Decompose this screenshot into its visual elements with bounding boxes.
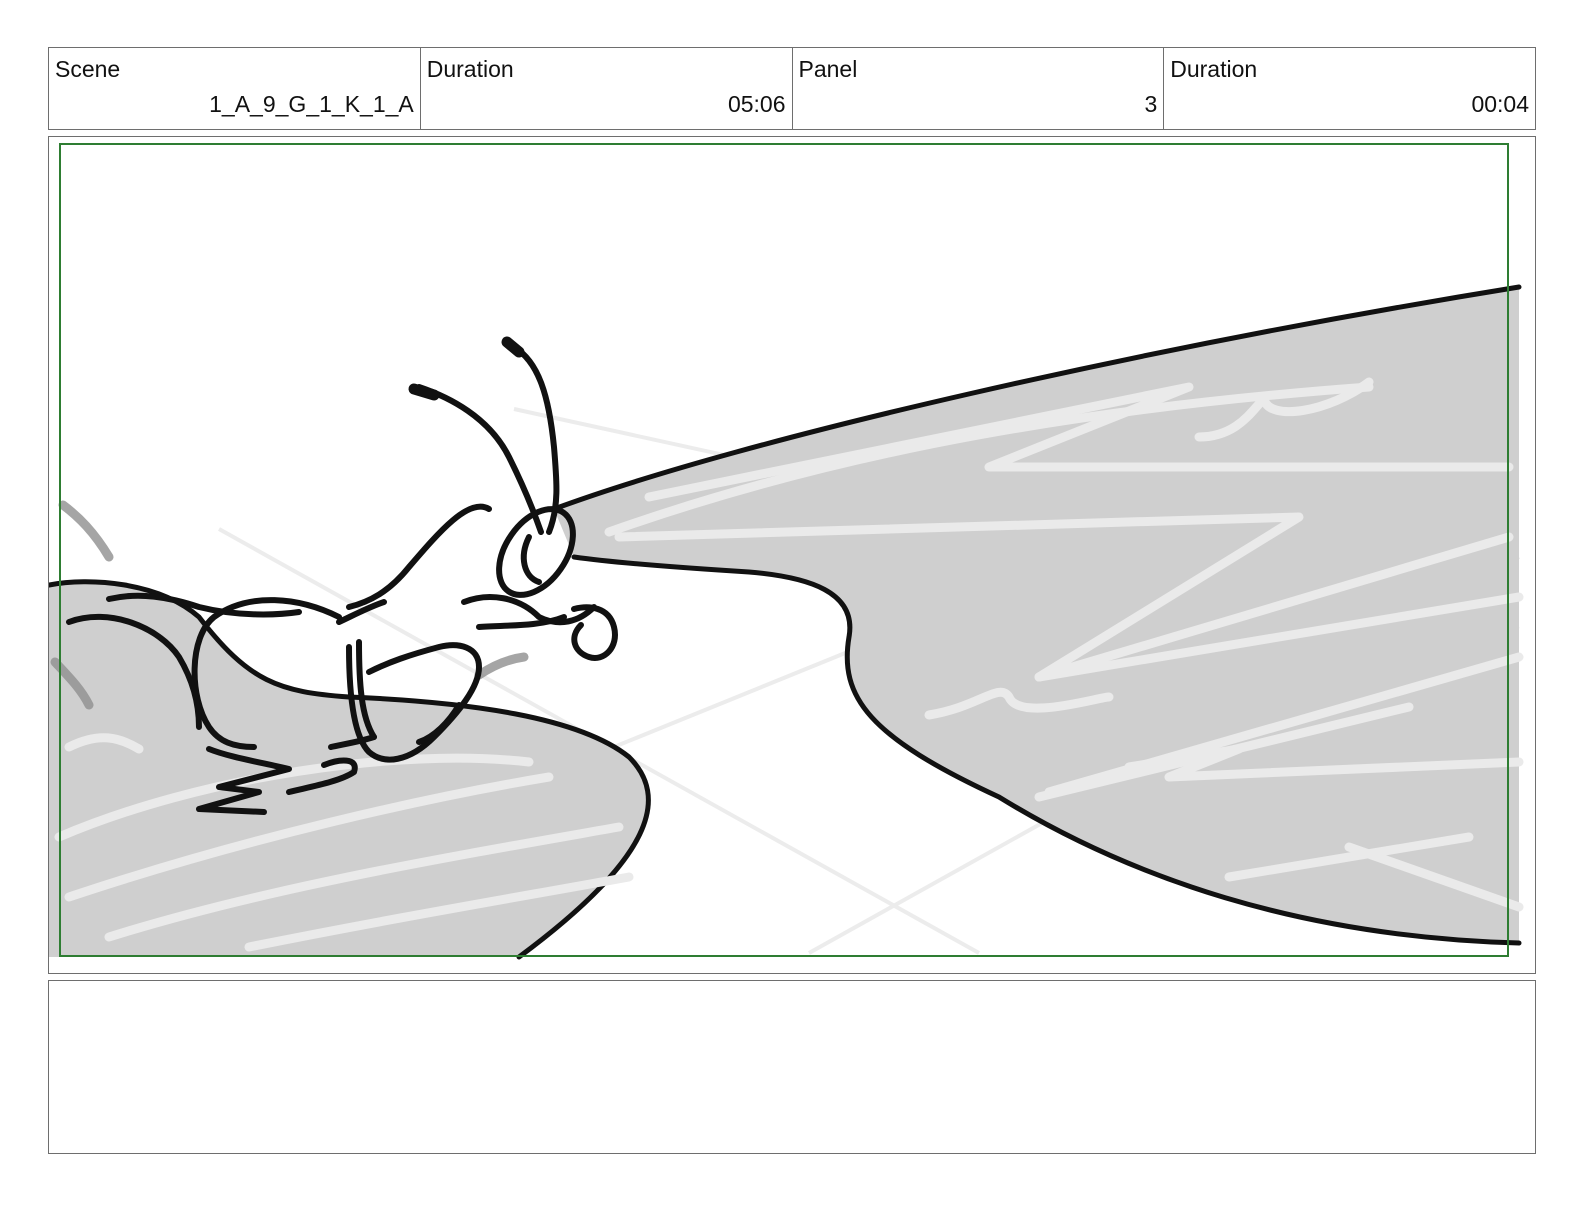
panel-notes-area[interactable] xyxy=(48,980,1536,1154)
panel-duration-label: Duration xyxy=(1170,56,1258,82)
scene-duration-label: Duration xyxy=(426,56,514,82)
panel-label: Panel xyxy=(798,56,858,82)
scene-value: 1_A_9_G_1_K_1_A xyxy=(209,91,414,117)
scene-duration-cell: Duration 05:06 xyxy=(421,48,793,129)
panel-duration-cell: Duration 00:04 xyxy=(1164,48,1535,129)
right-terrain xyxy=(551,284,1524,946)
panel-info-header: Scene 1_A_9_G_1_K_1_A Duration 05:06 Pan… xyxy=(48,47,1536,130)
panel-cell: Panel 3 xyxy=(793,48,1165,129)
panel-duration-value: 00:04 xyxy=(1471,91,1529,117)
panel-number: 3 xyxy=(1144,91,1158,117)
scene-duration-value: 05:06 xyxy=(727,91,786,117)
scene-label: Scene xyxy=(55,56,121,82)
scene-cell: Scene 1_A_9_G_1_K_1_A xyxy=(49,48,421,129)
storyboard-panel[interactable] xyxy=(48,136,1536,974)
panel-drawing xyxy=(49,143,1524,960)
